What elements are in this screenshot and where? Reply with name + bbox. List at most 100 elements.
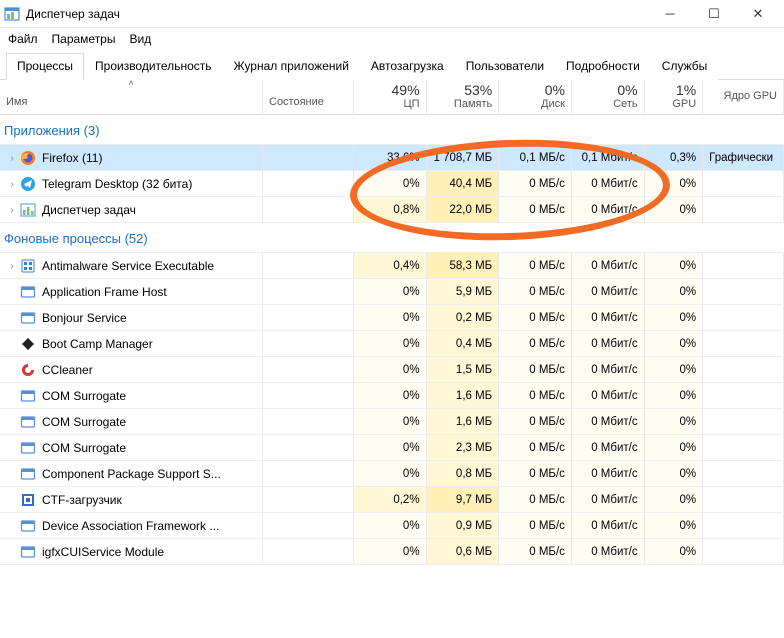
process-gpu-cell: 0% bbox=[644, 383, 703, 409]
process-gpu-engine-cell bbox=[703, 461, 784, 487]
process-row[interactable]: ›Component Package Support S...0%0,8 МБ0… bbox=[0, 461, 784, 487]
tab-performance[interactable]: Производительность bbox=[84, 53, 222, 80]
col-gpu[interactable]: 1% GPU bbox=[644, 80, 703, 115]
process-name-label: COM Surrogate bbox=[42, 415, 126, 429]
menu-file[interactable]: Файл bbox=[8, 32, 38, 46]
process-name-cell[interactable]: ›Application Frame Host bbox=[0, 279, 263, 305]
process-mem-cell: 22,0 МБ bbox=[426, 197, 499, 223]
expand-toggle[interactable]: › bbox=[6, 179, 18, 190]
process-gpu-engine-cell bbox=[703, 539, 784, 565]
process-state-cell bbox=[263, 197, 354, 223]
tab-details[interactable]: Подробности bbox=[555, 53, 651, 80]
expand-toggle[interactable]: › bbox=[6, 205, 18, 216]
process-gpu-engine-cell bbox=[703, 305, 784, 331]
col-memory[interactable]: 53% Память bbox=[426, 80, 499, 115]
process-row[interactable]: ›COM Surrogate0%1,6 МБ0 МБ/с0 Мбит/с0% bbox=[0, 383, 784, 409]
process-gpu-cell: 0% bbox=[644, 487, 703, 513]
telegram-icon bbox=[20, 176, 36, 192]
process-gpu-cell: 0% bbox=[644, 305, 703, 331]
col-name[interactable]: ˄ Имя bbox=[0, 80, 263, 115]
process-mem-cell: 9,7 МБ bbox=[426, 487, 499, 513]
process-row[interactable]: ›igfxCUIService Module0%0,6 МБ0 МБ/с0 Мб… bbox=[0, 539, 784, 565]
tab-processes[interactable]: Процессы bbox=[6, 53, 84, 80]
process-cpu-cell: 0% bbox=[353, 331, 426, 357]
process-row[interactable]: ›Application Frame Host0%5,9 МБ0 МБ/с0 М… bbox=[0, 279, 784, 305]
tab-startup[interactable]: Автозагрузка bbox=[360, 53, 455, 80]
expand-toggle[interactable]: › bbox=[6, 153, 18, 164]
process-name-cell[interactable]: ›COM Surrogate bbox=[0, 435, 263, 461]
process-gpu-engine-cell bbox=[703, 513, 784, 539]
process-table[interactable]: ˄ Имя Состояние 49% ЦП 53% Память 0% Дис… bbox=[0, 80, 784, 565]
process-name-cell[interactable]: ›Component Package Support S... bbox=[0, 461, 263, 487]
process-name-cell[interactable]: ›COM Surrogate bbox=[0, 383, 263, 409]
process-name-label: Application Frame Host bbox=[42, 285, 167, 299]
process-name-cell[interactable]: ›Диспетчер задач bbox=[0, 197, 263, 223]
process-cpu-cell: 0,8% bbox=[353, 197, 426, 223]
process-state-cell bbox=[263, 145, 354, 171]
menu-view[interactable]: Вид bbox=[129, 32, 151, 46]
process-row[interactable]: ›CCleaner0%1,5 МБ0 МБ/с0 Мбит/с0% bbox=[0, 357, 784, 383]
col-disk-label: Диск bbox=[541, 98, 565, 110]
col-gpu-engine[interactable]: Ядро GPU bbox=[703, 80, 784, 115]
process-row[interactable]: ›COM Surrogate0%1,6 МБ0 МБ/с0 Мбит/с0% bbox=[0, 409, 784, 435]
process-name-cell[interactable]: ›Antimalware Service Executable bbox=[0, 253, 263, 279]
process-name-cell[interactable]: ›Firefox (11) bbox=[0, 145, 263, 171]
process-state-cell bbox=[263, 435, 354, 461]
process-name-cell[interactable]: ›Bonjour Service bbox=[0, 305, 263, 331]
process-row[interactable]: ›Firefox (11)33,6%1 708,7 МБ0,1 МБ/с0,1 … bbox=[0, 145, 784, 171]
expand-toggle[interactable]: › bbox=[6, 261, 18, 272]
process-gpu-cell: 0% bbox=[644, 279, 703, 305]
tab-services[interactable]: Службы bbox=[651, 53, 718, 80]
process-row[interactable]: ›Диспетчер задач0,8%22,0 МБ0 МБ/с0 Мбит/… bbox=[0, 197, 784, 223]
process-state-cell bbox=[263, 279, 354, 305]
process-net-cell: 0 Мбит/с bbox=[571, 461, 644, 487]
process-name-label: CCleaner bbox=[42, 363, 93, 377]
process-state-cell bbox=[263, 487, 354, 513]
process-disk-cell: 0 МБ/с bbox=[499, 197, 572, 223]
generic-icon bbox=[20, 310, 36, 326]
process-name-cell[interactable]: ›CTF-загрузчик bbox=[0, 487, 263, 513]
process-name-cell[interactable]: ›Device Association Framework ... bbox=[0, 513, 263, 539]
process-gpu-cell: 0% bbox=[644, 171, 703, 197]
process-name-cell[interactable]: › Telegram Desktop (32 бита) bbox=[0, 171, 263, 197]
process-name-label: Bonjour Service bbox=[42, 311, 127, 325]
process-mem-cell: 0,9 МБ bbox=[426, 513, 499, 539]
process-cpu-cell: 0% bbox=[353, 539, 426, 565]
process-row[interactable]: ›Telegram Desktop (32 бита)0%40,4 МБ0 МБ… bbox=[0, 171, 784, 197]
process-disk-cell: 0,1 МБ/с bbox=[499, 145, 572, 171]
process-mem-cell: 0,2 МБ bbox=[426, 305, 499, 331]
process-name-cell[interactable]: ›Boot Camp Manager bbox=[0, 331, 263, 357]
ctf-icon bbox=[20, 492, 36, 508]
tab-users[interactable]: Пользователи bbox=[455, 53, 555, 80]
process-mem-cell: 1,5 МБ bbox=[426, 357, 499, 383]
process-name-cell[interactable]: ›igfxCUIService Module bbox=[0, 539, 263, 565]
process-gpu-engine-cell bbox=[703, 253, 784, 279]
process-disk-cell: 0 МБ/с bbox=[499, 331, 572, 357]
col-network[interactable]: 0% Сеть bbox=[571, 80, 644, 115]
process-row[interactable]: ›COM Surrogate0%2,3 МБ0 МБ/с0 Мбит/с0% bbox=[0, 435, 784, 461]
process-gpu-cell: 0% bbox=[644, 331, 703, 357]
process-name-cell[interactable]: ›COM Surrogate bbox=[0, 409, 263, 435]
process-row[interactable]: ›Antimalware Service Executable0,4%58,3 … bbox=[0, 253, 784, 279]
process-state-cell bbox=[263, 253, 354, 279]
col-cpu[interactable]: 49% ЦП bbox=[353, 80, 426, 115]
process-net-cell: 0 Мбит/с bbox=[571, 331, 644, 357]
column-headers[interactable]: ˄ Имя Состояние 49% ЦП 53% Память 0% Дис… bbox=[0, 80, 784, 115]
process-cpu-cell: 0% bbox=[353, 409, 426, 435]
menu-options[interactable]: Параметры bbox=[52, 32, 116, 46]
col-cpu-pct: 49% bbox=[360, 82, 420, 98]
process-row[interactable]: ›Device Association Framework ...0%0,9 М… bbox=[0, 513, 784, 539]
minimize-button[interactable]: ─ bbox=[648, 0, 692, 28]
process-row[interactable]: ›CTF-загрузчик0,2%9,7 МБ0 МБ/с0 Мбит/с0% bbox=[0, 487, 784, 513]
col-disk[interactable]: 0% Диск bbox=[499, 80, 572, 115]
col-state[interactable]: Состояние bbox=[263, 80, 354, 115]
maximize-button[interactable]: ☐ bbox=[692, 0, 736, 28]
process-name-label: Telegram Desktop (32 бита) bbox=[42, 177, 192, 191]
process-row[interactable]: ›Bonjour Service0%0,2 МБ0 МБ/с0 Мбит/с0% bbox=[0, 305, 784, 331]
process-name-cell[interactable]: ›CCleaner bbox=[0, 357, 263, 383]
process-gpu-engine-cell bbox=[703, 435, 784, 461]
process-state-cell bbox=[263, 331, 354, 357]
tab-app-history[interactable]: Журнал приложений bbox=[223, 53, 360, 80]
close-button[interactable]: ✕ bbox=[736, 0, 780, 28]
process-row[interactable]: ›Boot Camp Manager0%0,4 МБ0 МБ/с0 Мбит/с… bbox=[0, 331, 784, 357]
